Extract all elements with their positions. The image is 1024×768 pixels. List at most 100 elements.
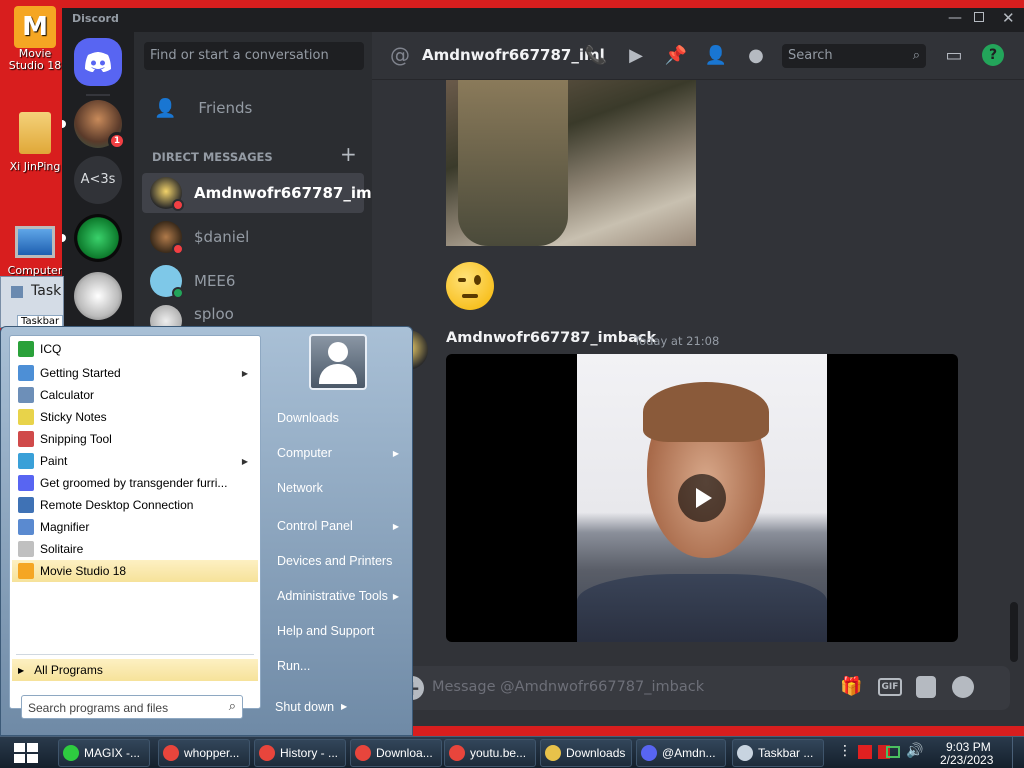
action-center-flag-icon[interactable] xyxy=(858,745,872,759)
program-label: Calculator xyxy=(40,388,95,402)
program-icon xyxy=(18,497,34,513)
call-icon[interactable]: 📞 xyxy=(584,44,608,68)
discord-home-button[interactable] xyxy=(74,38,122,86)
help-icon[interactable]: ? xyxy=(982,44,1004,66)
start-menu-programs: ICQ Getting Started ▶ Calculator Sticky Note… xyxy=(9,335,261,709)
shutdown-button[interactable]: Shut down ▶ xyxy=(269,695,361,719)
create-dm-button[interactable]: + xyxy=(340,142,357,166)
submenu-arrow-icon: ▶ xyxy=(241,456,248,466)
taskbar-window-button[interactable]: whopper... xyxy=(158,739,250,767)
desktop-icon-computer[interactable]: Computer xyxy=(4,226,66,277)
avatar xyxy=(150,177,184,211)
start-program-item[interactable]: ICQ xyxy=(12,338,258,360)
all-programs-button[interactable]: ▶ All Programs xyxy=(12,659,258,681)
dm-item[interactable]: MEE6 xyxy=(142,261,364,301)
start-program-item[interactable]: Get groomed by transgender furri... xyxy=(12,472,258,494)
gift-icon[interactable]: 🎁 xyxy=(840,676,862,697)
taskbar: MAGIX -... whopper... History - ... Downloa… xyxy=(0,736,1024,768)
taskbar-window-button[interactable]: MAGIX -... xyxy=(58,739,150,767)
app-title: Discord xyxy=(72,12,119,25)
minimize-button[interactable]: — xyxy=(948,10,962,26)
avatar xyxy=(150,265,184,299)
server-avatar-trollface[interactable] xyxy=(74,272,122,320)
video-attachment[interactable] xyxy=(446,354,958,642)
taskbar-window-button[interactable]: History - ... xyxy=(254,739,346,767)
image-attachment[interactable] xyxy=(446,80,696,246)
start-button[interactable] xyxy=(4,737,48,768)
sticker-icon[interactable] xyxy=(916,676,936,698)
start-place-item[interactable]: Run... xyxy=(271,652,407,680)
background-window[interactable]: Task Taskbar xyxy=(0,276,64,328)
play-button[interactable] xyxy=(678,474,726,522)
message-author[interactable]: Amdnwofr667787_imback xyxy=(446,330,656,346)
dm-name: sploo xyxy=(194,305,234,323)
start-place-item[interactable]: Downloads xyxy=(271,404,407,432)
app-icon xyxy=(259,745,275,761)
start-program-item[interactable]: Sticky Notes xyxy=(12,406,258,428)
play-icon xyxy=(696,488,712,508)
taskbar-button-label: whopper... xyxy=(184,746,240,760)
server-text-avatar[interactable]: A<3s xyxy=(74,156,122,204)
dm-item[interactable]: Amdnwofr667787_im... xyxy=(142,173,389,213)
start-program-item[interactable]: Remote Desktop Connection xyxy=(12,494,258,516)
start-program-item[interactable]: Paint ▶ xyxy=(12,450,258,472)
maximize-button[interactable] xyxy=(974,12,984,22)
taskbar-window-button[interactable]: youtu.be... xyxy=(444,739,536,767)
start-place-item[interactable]: Administrative Tools ▶ xyxy=(271,582,407,610)
inbox-icon[interactable]: ▭ xyxy=(942,44,966,68)
chat-scrollbar[interactable] xyxy=(1010,602,1018,662)
emoji-icon[interactable] xyxy=(952,676,974,698)
desktop-icon-movie-studio[interactable]: M Movie Studio 18 xyxy=(4,6,66,72)
start-program-item[interactable]: Calculator xyxy=(12,384,258,406)
clock-date[interactable]: 2/23/2023 xyxy=(940,753,993,767)
video-icon[interactable]: ▶ xyxy=(624,44,648,68)
program-icon xyxy=(18,453,34,469)
program-icon xyxy=(18,519,34,535)
start-place-item[interactable]: Devices and Printers xyxy=(271,547,407,575)
dm-item[interactable]: $daniel xyxy=(142,217,364,257)
add-friend-icon[interactable]: 👤 xyxy=(704,44,728,68)
start-program-item[interactable]: Movie Studio 18 xyxy=(12,560,258,582)
gif-button[interactable]: GIF xyxy=(878,678,902,696)
all-programs-label: All Programs xyxy=(34,663,103,677)
start-program-item[interactable]: Magnifier xyxy=(12,516,258,538)
window-icon xyxy=(11,286,23,298)
friends-nav-item[interactable]: 👤 Friends xyxy=(142,88,364,128)
network-icon[interactable] xyxy=(886,746,900,758)
server-avatar-1[interactable]: 1 xyxy=(74,100,126,150)
start-program-item[interactable]: Snipping Tool xyxy=(12,428,258,450)
start-program-item[interactable]: Solitaire xyxy=(12,538,258,560)
desktop-icon-folder[interactable]: Xi JinPing xyxy=(4,112,66,173)
start-program-item[interactable]: Getting Started ▶ xyxy=(12,362,258,384)
start-search-input[interactable]: Search programs and files ⌕ xyxy=(21,695,243,719)
volume-icon[interactable]: 🔊 xyxy=(906,743,923,759)
search-input[interactable]: Search ⌕ xyxy=(782,44,926,68)
start-place-item[interactable]: Network xyxy=(271,474,407,502)
taskbar-window-button[interactable]: Downloads xyxy=(540,739,632,767)
program-label: Movie Studio 18 xyxy=(40,564,127,578)
program-icon xyxy=(18,365,34,381)
wink-emoji xyxy=(446,262,494,310)
taskbar-window-button[interactable]: @Amdn... xyxy=(636,739,726,767)
tray-overflow-icon[interactable]: ⋮ xyxy=(838,743,852,759)
program-icon xyxy=(18,341,34,357)
profile-icon[interactable]: ● xyxy=(744,44,768,68)
message-input[interactable]: Message @Amdnwofr667787_imback xyxy=(432,679,704,695)
taskbar-window-button[interactable]: Taskbar ... xyxy=(732,739,824,767)
show-desktop-button[interactable] xyxy=(1012,737,1024,768)
start-place-item[interactable]: Computer ▶ xyxy=(271,439,407,467)
clock-time[interactable]: 9:03 PM xyxy=(946,740,991,754)
taskbar-window-button[interactable]: Downloa... xyxy=(350,739,442,767)
taskbar-button-label: youtu.be... xyxy=(470,746,527,760)
movie-studio-icon: M xyxy=(14,6,56,48)
user-picture[interactable] xyxy=(309,334,367,390)
start-place-item[interactable]: Help and Support xyxy=(271,617,407,645)
find-conversation-input[interactable]: Find or start a conversation xyxy=(144,42,364,70)
close-button[interactable]: ✕ xyxy=(1002,9,1015,27)
server-avatar-troll[interactable] xyxy=(74,214,122,262)
video-jacket xyxy=(577,574,827,642)
start-place-item[interactable]: Control Panel ▶ xyxy=(271,512,407,540)
notification-badge: 1 xyxy=(108,132,126,150)
shutdown-arrow-icon[interactable]: ▶ xyxy=(341,695,347,719)
pin-icon[interactable]: 📌 xyxy=(664,44,688,68)
